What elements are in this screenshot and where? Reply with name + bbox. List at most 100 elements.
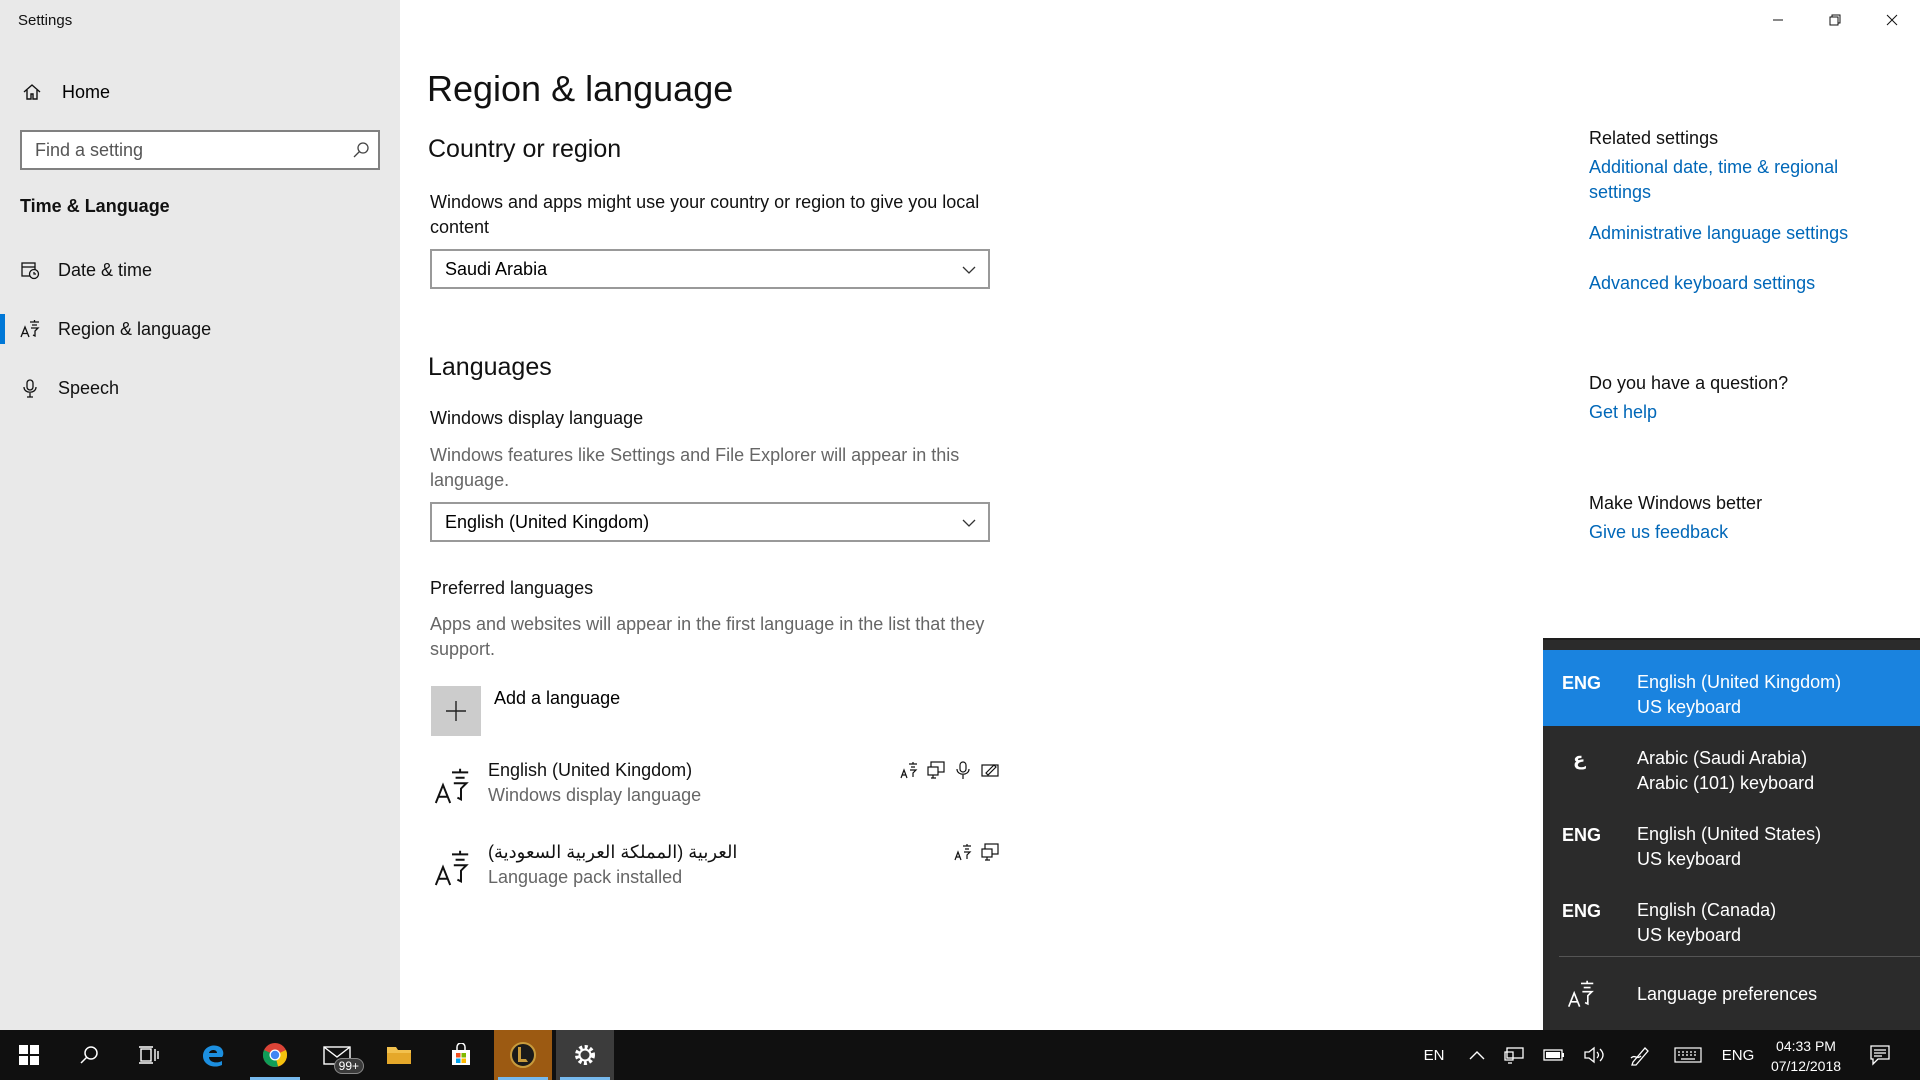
search-input[interactable] [22, 139, 342, 161]
minimize-button[interactable] [1749, 0, 1806, 40]
chrome-icon [262, 1043, 288, 1067]
calendar-clock-icon [0, 260, 58, 280]
close-icon [1886, 14, 1897, 26]
language-item-english-uk[interactable]: English (United Kingdom) Windows display… [430, 760, 1000, 820]
window-controls [1749, 0, 1920, 40]
close-button[interactable] [1863, 0, 1920, 40]
additional-date-time-regional-link[interactable]: Additional date, time & regional setting… [1589, 155, 1869, 205]
sidebar-item-label: Region & language [58, 318, 212, 339]
clock-date: 07/12/2018 [1770, 1058, 1842, 1074]
pen-icon [1630, 1047, 1649, 1066]
language-pack-icon [954, 844, 972, 861]
search-button[interactable] [60, 1030, 118, 1080]
language-item-arabic-sa[interactable]: العربية (المملكة العربية السعودية) Langu… [430, 842, 1000, 902]
start-button[interactable] [0, 1030, 58, 1080]
flyout-keyboard: US keyboard [1637, 925, 1742, 945]
help-section: Do you have a question? Get help [1589, 373, 1869, 425]
flyout-keyboard: US keyboard [1637, 697, 1742, 717]
chevron-up-icon [1469, 1051, 1485, 1060]
chevron-down-icon [962, 519, 976, 527]
display-language-description: Windows features like Settings and File … [430, 445, 960, 490]
league-of-legends-button[interactable] [494, 1030, 552, 1080]
restore-button[interactable] [1806, 0, 1863, 40]
restore-icon [1829, 14, 1840, 26]
flyout-abbr: ع [1573, 749, 1586, 769]
speech-icon [956, 761, 970, 779]
edge-icon [203, 1045, 224, 1067]
chevron-down-icon [962, 266, 976, 274]
search-icon[interactable] [352, 141, 370, 164]
flyout-abbr: ENG [1562, 673, 1602, 693]
language-status: Windows display language [488, 785, 702, 805]
settings-icon [575, 1045, 595, 1065]
flyout-item-arabic-sa[interactable]: ع Arabic (Saudi Arabia) Arabic (101) key… [1543, 726, 1920, 802]
notification-icon [1870, 1045, 1890, 1066]
country-select-value: Saudi Arabia [445, 258, 548, 279]
edge-button[interactable] [184, 1030, 242, 1080]
home-nav-item[interactable]: Home [0, 72, 400, 112]
flyout-item-english-ca[interactable]: ENG English (Canada) US keyboard [1543, 878, 1920, 954]
flyout-item-english-us[interactable]: ENG English (United States) US keyboard [1543, 802, 1920, 878]
show-hidden-icons-button[interactable] [1462, 1030, 1492, 1080]
action-center-button[interactable] [1858, 1030, 1902, 1080]
feedback-section: Make Windows better Give us feedback [1589, 493, 1869, 545]
display-icon [981, 843, 999, 861]
settings-taskbar-button[interactable] [556, 1030, 614, 1080]
search-box[interactable] [20, 130, 380, 170]
start-icon [19, 1045, 39, 1065]
language-preferences-button[interactable]: Language preferences [1543, 958, 1920, 1030]
sidebar-item-speech[interactable]: Speech [0, 364, 400, 412]
preferred-languages-description: Apps and websites will appear in the fir… [430, 614, 985, 659]
tray-language[interactable]: EN [1414, 1030, 1454, 1080]
home-label: Home [62, 81, 111, 102]
network-icon [1504, 1047, 1524, 1064]
sidebar-item-region-language[interactable]: Region & language [0, 305, 400, 353]
flyout-language: Arabic (Saudi Arabia) [1637, 748, 1808, 768]
question-heading: Do you have a question? [1589, 373, 1789, 393]
language-features [899, 760, 1000, 780]
file-explorer-icon [387, 1047, 411, 1064]
language-icon [0, 319, 58, 339]
add-language-button[interactable]: Add a language [431, 686, 620, 736]
task-view-button[interactable] [120, 1030, 178, 1080]
sidebar-item-label: Date & time [58, 259, 153, 280]
language-name: العربية (المملكة العربية السعودية) [488, 842, 738, 862]
input-indicator[interactable]: ENG [1716, 1030, 1760, 1080]
pen-workspace-button[interactable] [1620, 1030, 1660, 1080]
league-of-legends-icon [510, 1042, 536, 1068]
related-settings: Related settings Additional date, time &… [1589, 128, 1869, 296]
get-help-link[interactable]: Get help [1589, 400, 1869, 425]
language-status: Language pack installed [488, 867, 683, 887]
language-icon [434, 846, 470, 893]
task-view-icon [139, 1046, 159, 1064]
language-pack-icon [900, 762, 918, 779]
handwriting-icon [981, 764, 999, 777]
flyout-language: English (United Kingdom) [1637, 672, 1842, 692]
administrative-language-link[interactable]: Administrative language settings [1589, 221, 1869, 246]
flyout-divider [1559, 956, 1920, 957]
give-feedback-link[interactable]: Give us feedback [1589, 520, 1869, 545]
flyout-abbr: ENG [1562, 825, 1602, 845]
display-language-select[interactable]: English (United Kingdom) [430, 502, 990, 542]
file-explorer-button[interactable] [370, 1030, 428, 1080]
language-icon [1567, 978, 1595, 1013]
volume-button[interactable] [1576, 1030, 1612, 1080]
chrome-button[interactable] [246, 1030, 304, 1080]
touch-keyboard-button[interactable] [1668, 1030, 1708, 1080]
flyout-item-english-uk[interactable]: ENG English (United Kingdom) US keyboard [1543, 650, 1920, 726]
taskbar: 99+ EN ENG 04:33 PM 07/12/2018 [0, 1030, 1920, 1080]
store-button[interactable] [432, 1030, 490, 1080]
sidebar-item-date-time[interactable]: Date & time [0, 246, 400, 294]
battery-button[interactable] [1536, 1030, 1572, 1080]
flyout-keyboard: Arabic (101) keyboard [1637, 773, 1815, 793]
clock-time: 04:33 PM [1776, 1038, 1836, 1054]
mail-button[interactable]: 99+ [308, 1030, 366, 1080]
country-select[interactable]: Saudi Arabia [430, 249, 990, 289]
display-language-value: English (United Kingdom) [445, 511, 650, 532]
flyout-keyboard: US keyboard [1637, 849, 1742, 869]
advanced-keyboard-link[interactable]: Advanced keyboard settings [1589, 271, 1869, 296]
network-button[interactable] [1496, 1030, 1532, 1080]
clock[interactable]: 04:33 PM 07/12/2018 [1766, 1036, 1846, 1076]
display-icon [927, 761, 945, 779]
display-language-heading: Windows display language [430, 408, 644, 428]
